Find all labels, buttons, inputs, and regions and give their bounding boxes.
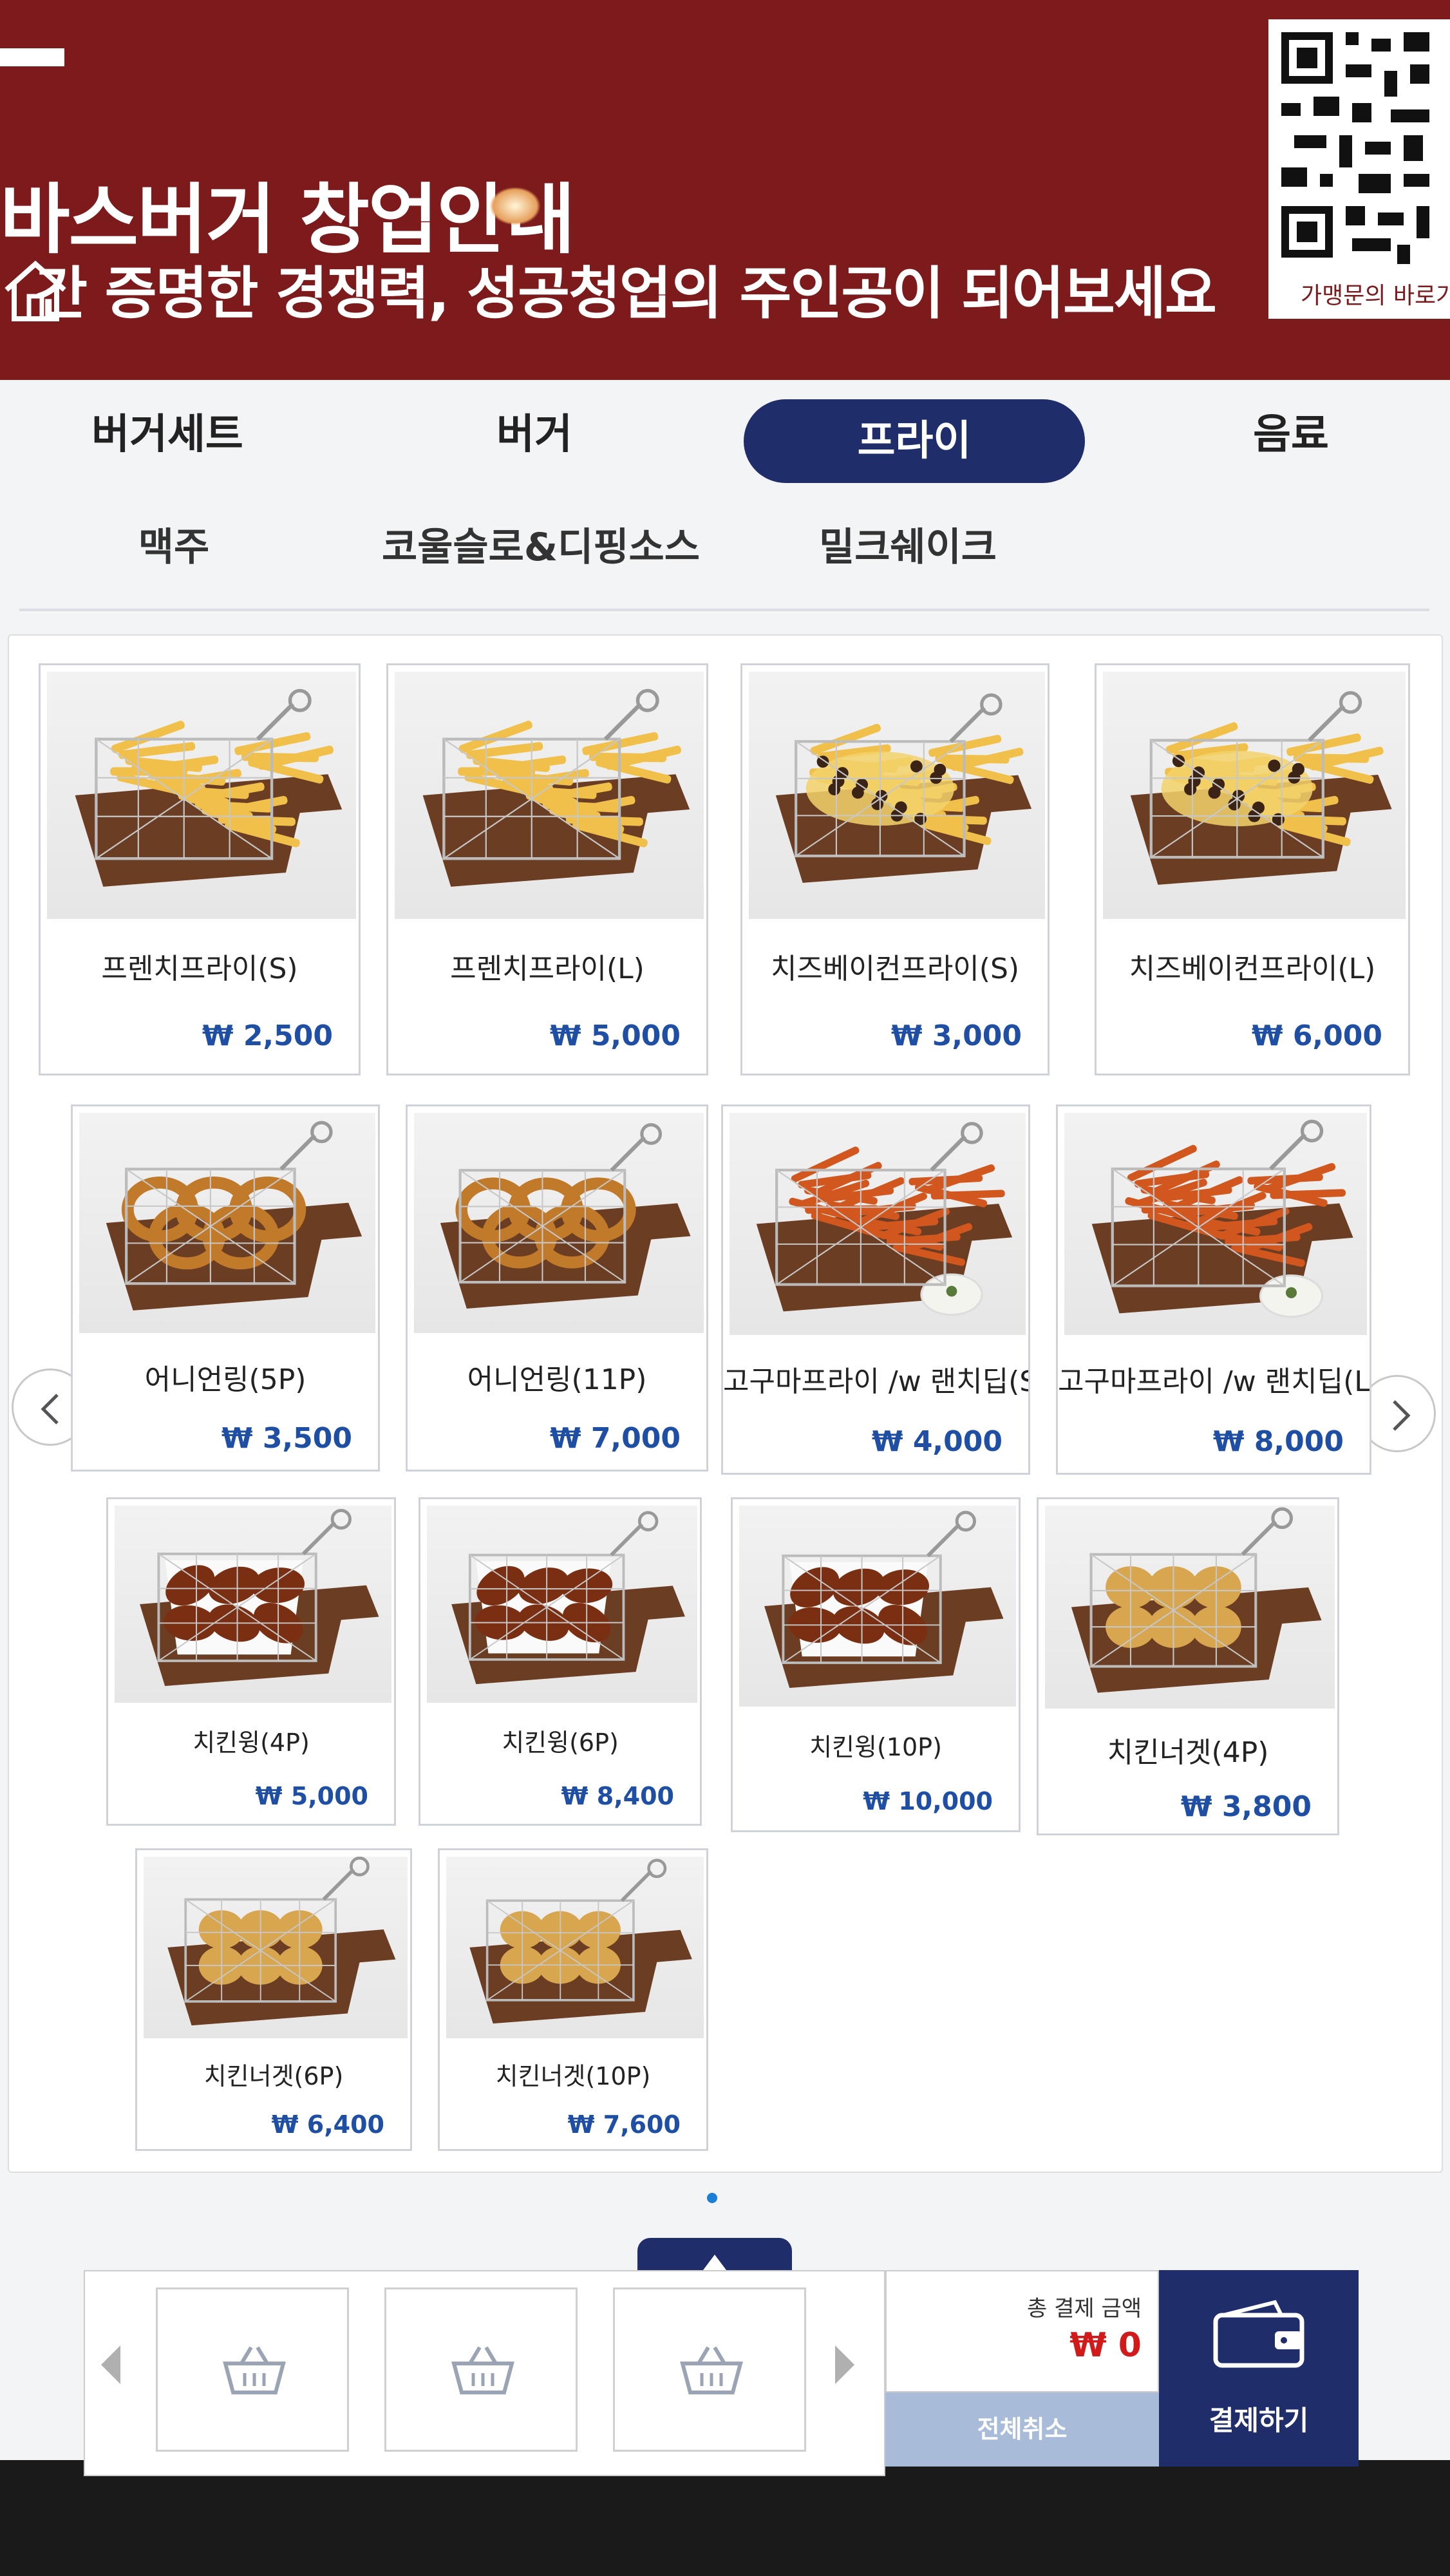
product-price: ₩ 7,600 [567,2110,681,2139]
chicken-wings-photo [115,1506,391,1703]
fries-photo [395,672,704,919]
cart-prev-icon[interactable] [98,2342,124,2387]
product-card[interactable]: 어니언링(11P) ₩ 7,000 [406,1104,708,1472]
qr-caption: 가맹문의 바로가 [1301,283,1450,309]
cart-bar [84,2270,885,2476]
product-price: ₩ 5,000 [549,1019,681,1052]
product-card[interactable]: 치킨너겟(6P) ₩ 6,400 [135,1848,412,2151]
product-price: ₩ 6,400 [271,2110,384,2139]
sweet-potato-fries-photo [1064,1113,1367,1335]
product-price: ₩ 3,800 [1180,1790,1312,1823]
onion-rings-photo [79,1113,375,1333]
cancel-all-button[interactable]: 전체취소 [885,2392,1159,2467]
pay-label: 결제하기 [1209,2405,1309,2436]
page-indicator-dot [707,2193,717,2203]
cart-slot-1[interactable] [156,2287,349,2452]
nuggets-photo [144,1856,408,2038]
chicken-wings-photo [427,1506,697,1703]
qr-code[interactable]: 가맹문의 바로가 [1268,19,1450,319]
product-name: 치킨너겟(4P) [1107,1736,1269,1769]
product-card[interactable]: 어니언링(5P) ₩ 3,500 [71,1104,380,1472]
product-price: ₩ 10,000 [863,1787,993,1815]
product-card[interactable]: 프렌치프라이(S) ₩ 2,500 [39,663,361,1075]
product-price: ₩ 7,000 [549,1422,681,1455]
fries-photo [47,672,356,919]
tab-fries[interactable]: 프라이 [744,399,1085,483]
chevron-right-icon [1393,1400,1411,1431]
product-price: ₩ 8,000 [1212,1425,1344,1458]
product-name: 치킨윙(4P) [193,1728,310,1757]
banner-dash [0,48,64,66]
total-label: 총 결제 금액 [1026,2296,1142,2322]
pay-button[interactable]: 결제하기 [1159,2270,1359,2467]
chicken-wings-photo [739,1506,1016,1707]
tab-drinks[interactable]: 음료 [1198,393,1384,477]
product-card[interactable]: 치즈베이컨프라이(L) ₩ 6,000 [1095,663,1410,1075]
tab-milkshake[interactable]: 밀크쉐이크 [779,512,1037,583]
tab-beer[interactable]: 맥주 [97,512,251,583]
tab-burger[interactable]: 버거 [425,393,644,477]
product-price: ₩ 4,000 [871,1425,1003,1458]
basket-icon [451,2346,514,2394]
product-card[interactable]: 치즈베이컨프라이(S) ₩ 3,000 [740,663,1050,1075]
product-price: ₩ 2,500 [202,1019,333,1052]
product-name: 치킨윙(6P) [502,1728,619,1757]
qr-code-graphic [1281,32,1429,264]
banner-subtitle: 간 증명한 경쟁력, 성공청업의 주인공이 되어보세요 [35,260,1217,327]
product-price: ₩ 8,400 [561,1782,674,1810]
product-card[interactable]: 치킨윙(4P) ₩ 5,000 [106,1497,396,1826]
chevron-left-icon [41,1394,59,1425]
product-card[interactable]: 치킨윙(6P) ₩ 8,400 [419,1497,702,1826]
tab-divider [19,609,1429,611]
cart-next-icon[interactable] [832,2342,858,2387]
nuggets-photo [446,1857,704,2038]
product-price: ₩ 3,500 [221,1422,352,1455]
cheese-fries-photo [749,672,1045,919]
cheese-fries-photo [1103,672,1406,919]
product-price: ₩ 5,000 [255,1782,368,1810]
cart-slot-3[interactable] [613,2287,806,2452]
product-name: 프렌치프라이(L) [450,952,645,985]
product-name: 어니언링(11P) [467,1363,647,1396]
product-name: 치킨너겟(10P) [495,2062,651,2090]
promo-banner[interactable]: 바스버거 창업안내 간 증명한 경쟁력, 성공청업의 주인공이 되어보세요 가맹… [0,0,1450,380]
total-value: ₩ 0 [1069,2326,1142,2365]
product-price: ₩ 3,000 [890,1019,1022,1052]
tab-burger-set[interactable]: 버거세트 [52,393,283,477]
product-name: 치킨윙(10P) [809,1733,942,1761]
product-card[interactable]: 프렌치프라이(L) ₩ 5,000 [386,663,708,1075]
product-card[interactable]: 고구마프라이 /w 랜치딥(L) ₩ 8,000 [1056,1104,1371,1475]
product-price: ₩ 6,000 [1251,1019,1382,1052]
product-card[interactable]: 치킨윙(10P) ₩ 10,000 [731,1497,1021,1832]
product-name: 어니언링(5P) [144,1363,306,1396]
tab-coleslaw-dipping-sauce[interactable]: 코울슬로&디핑소스 [361,512,721,583]
light-reflection [489,187,541,225]
product-card[interactable]: 치킨너겟(4P) ₩ 3,800 [1037,1497,1339,1835]
product-card[interactable]: 고구마프라이 /w 랜치딥(S) ₩ 4,000 [721,1104,1030,1475]
nuggets-photo [1045,1506,1335,1709]
basket-icon [680,2346,743,2394]
product-name: 고구마프라이 /w 랜치딥(L) [1058,1365,1371,1398]
product-name: 고구마프라이 /w 랜치딥(S) [723,1365,1030,1398]
basket-icon [223,2346,286,2394]
sweet-potato-fries-photo [730,1113,1026,1335]
product-name: 치킨너겟(6P) [203,2062,344,2090]
product-name: 프렌치프라이(S) [101,952,298,985]
wallet-icon [1213,2300,1304,2368]
product-card[interactable]: 치킨너겟(10P) ₩ 7,600 [438,1848,708,2151]
product-name: 치즈베이컨프라이(L) [1129,952,1376,985]
onion-rings-photo [414,1113,704,1333]
total-amount-box: 총 결제 금액 ₩ 0 [885,2270,1159,2392]
cart-slot-2[interactable] [384,2287,578,2452]
product-name: 치즈베이컨프라이(S) [770,952,1020,985]
